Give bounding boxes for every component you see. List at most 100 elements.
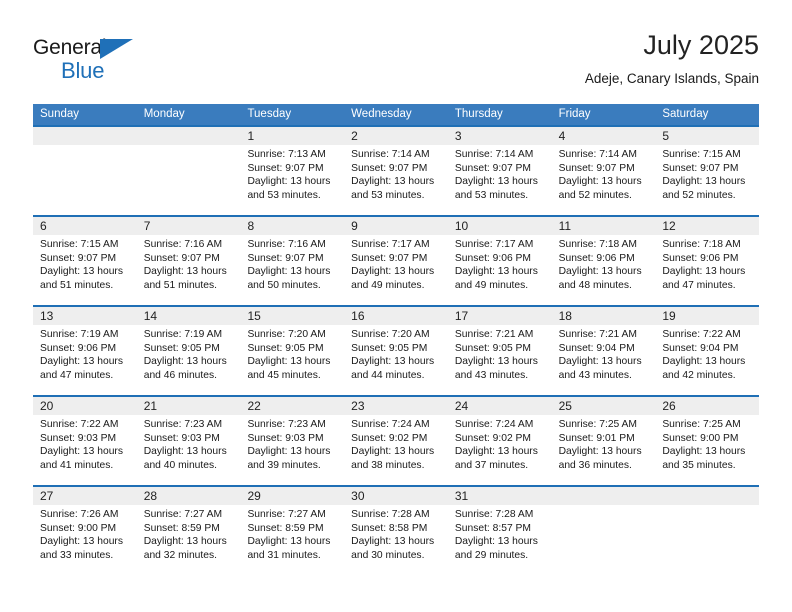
day-cell[interactable]: 3 Sunrise: 7:14 AM Sunset: 9:07 PM Dayli… [447, 127, 552, 215]
daylight-text-line2: and 43 minutes. [454, 369, 529, 381]
daylight-text-line2: and 40 minutes. [143, 459, 217, 471]
day-cell[interactable]: 15 Sunrise: 7:20 AM Sunset: 9:05 PM Dayl… [240, 307, 345, 395]
day-cell[interactable]: 9 Sunrise: 7:17 AM Sunset: 9:07 PM Dayli… [344, 217, 448, 305]
daylight-text-line2: and 39 minutes. [247, 459, 321, 471]
day-cell[interactable]: 21 Sunrise: 7:23 AM Sunset: 9:03 PM Dayl… [136, 397, 241, 485]
sunset-text: Sunset: 9:07 PM [143, 252, 220, 264]
day-details [33, 145, 137, 148]
day-cell[interactable]: 4 Sunrise: 7:14 AM Sunset: 9:07 PM Dayli… [551, 127, 656, 215]
day-cell[interactable]: 29 Sunrise: 7:27 AM Sunset: 8:59 PM Dayl… [240, 487, 345, 575]
day-details: Sunrise: 7:25 AM Sunset: 9:00 PM Dayligh… [655, 415, 759, 472]
day-cell[interactable]: 11 Sunrise: 7:18 AM Sunset: 9:06 PM Dayl… [551, 217, 656, 305]
daylight-text-line2: and 51 minutes. [40, 279, 114, 291]
day-cell[interactable]: 10 Sunrise: 7:17 AM Sunset: 9:06 PM Dayl… [447, 217, 552, 305]
daylight-text-line2: and 37 minutes. [454, 459, 529, 471]
sunrise-text: Sunrise: 7:17 AM [351, 239, 430, 250]
day-details: Sunrise: 7:14 AM Sunset: 9:07 PM Dayligh… [552, 145, 656, 202]
sunrise-text: Sunrise: 7:25 AM [558, 419, 638, 430]
sunset-text: Sunset: 9:07 PM [351, 162, 428, 174]
daylight-text-line2: and 45 minutes. [247, 369, 321, 381]
daylight-text-line1: Daylight: 13 hours [40, 266, 123, 278]
day-number: 1 [240, 127, 345, 145]
sunrise-text: Sunrise: 7:20 AM [247, 329, 326, 340]
week-row: 13 Sunrise: 7:19 AM Sunset: 9:06 PM Dayl… [33, 305, 760, 395]
sunset-text: Sunset: 9:07 PM [351, 252, 428, 264]
daylight-text-line2: and 43 minutes. [558, 369, 632, 381]
daylight-text-line2: and 31 minutes. [247, 549, 321, 561]
sunrise-text: Sunrise: 7:14 AM [351, 149, 430, 160]
week-row: 6 Sunrise: 7:15 AM Sunset: 9:07 PM Dayli… [33, 215, 760, 305]
weekday-header-row: Sunday Monday Tuesday Wednesday Thursday… [33, 104, 759, 125]
daylight-text-line1: Daylight: 13 hours [247, 356, 331, 368]
day-cell[interactable]: 13 Sunrise: 7:19 AM Sunset: 9:06 PM Dayl… [33, 307, 137, 395]
day-cell[interactable]: 2 Sunrise: 7:14 AM Sunset: 9:07 PM Dayli… [344, 127, 448, 215]
day-cell[interactable]: 16 Sunrise: 7:20 AM Sunset: 9:05 PM Dayl… [344, 307, 448, 395]
sunrise-text: Sunrise: 7:24 AM [351, 419, 430, 430]
day-details: Sunrise: 7:17 AM Sunset: 9:07 PM Dayligh… [344, 235, 448, 292]
day-cell[interactable] [551, 487, 656, 575]
day-cell[interactable]: 28 Sunrise: 7:27 AM Sunset: 8:59 PM Dayl… [136, 487, 241, 575]
day-details: Sunrise: 7:23 AM Sunset: 9:03 PM Dayligh… [240, 415, 344, 472]
day-details: Sunrise: 7:28 AM Sunset: 8:57 PM Dayligh… [448, 505, 552, 562]
sunrise-text: Sunrise: 7:18 AM [662, 239, 741, 250]
sunset-text: Sunset: 9:04 PM [558, 342, 635, 354]
daylight-text-line1: Daylight: 13 hours [143, 536, 227, 548]
daylight-text-line1: Daylight: 13 hours [40, 356, 123, 368]
day-number: 10 [447, 217, 552, 235]
day-number [33, 127, 137, 145]
day-number: 2 [344, 127, 448, 145]
sunset-text: Sunset: 9:07 PM [558, 162, 635, 174]
day-cell[interactable] [136, 127, 241, 215]
day-number [551, 487, 656, 505]
sunrise-text: Sunrise: 7:16 AM [143, 239, 223, 250]
day-cell[interactable]: 30 Sunrise: 7:28 AM Sunset: 8:58 PM Dayl… [344, 487, 448, 575]
daylight-text-line1: Daylight: 13 hours [662, 176, 746, 188]
day-details [137, 145, 241, 148]
day-cell[interactable]: 7 Sunrise: 7:16 AM Sunset: 9:07 PM Dayli… [136, 217, 241, 305]
week-row: 20 Sunrise: 7:22 AM Sunset: 9:03 PM Dayl… [33, 395, 760, 485]
sunrise-text: Sunrise: 7:28 AM [351, 509, 430, 520]
sunrise-text: Sunrise: 7:27 AM [247, 509, 326, 520]
day-cell[interactable]: 22 Sunrise: 7:23 AM Sunset: 9:03 PM Dayl… [240, 397, 345, 485]
sunrise-text: Sunrise: 7:22 AM [662, 329, 741, 340]
sunset-text: Sunset: 9:03 PM [247, 432, 324, 444]
day-cell[interactable] [33, 127, 137, 215]
day-details: Sunrise: 7:20 AM Sunset: 9:05 PM Dayligh… [240, 325, 344, 382]
daylight-text-line2: and 30 minutes. [351, 549, 425, 561]
day-number: 9 [344, 217, 448, 235]
day-number: 4 [551, 127, 656, 145]
daylight-text-line1: Daylight: 13 hours [247, 536, 331, 548]
day-cell[interactable]: 14 Sunrise: 7:19 AM Sunset: 9:05 PM Dayl… [136, 307, 241, 395]
day-details: Sunrise: 7:25 AM Sunset: 9:01 PM Dayligh… [552, 415, 656, 472]
day-cell[interactable]: 12 Sunrise: 7:18 AM Sunset: 9:06 PM Dayl… [655, 217, 760, 305]
daylight-text-line1: Daylight: 13 hours [247, 176, 331, 188]
daylight-text-line2: and 50 minutes. [247, 279, 321, 291]
daylight-text-line1: Daylight: 13 hours [662, 356, 746, 368]
daylight-text-line2: and 47 minutes. [662, 279, 736, 291]
day-cell[interactable]: 17 Sunrise: 7:21 AM Sunset: 9:05 PM Dayl… [447, 307, 552, 395]
day-details: Sunrise: 7:15 AM Sunset: 9:07 PM Dayligh… [655, 145, 759, 202]
day-cell[interactable]: 26 Sunrise: 7:25 AM Sunset: 9:00 PM Dayl… [655, 397, 760, 485]
day-cell[interactable]: 31 Sunrise: 7:28 AM Sunset: 8:57 PM Dayl… [447, 487, 552, 575]
day-cell[interactable]: 18 Sunrise: 7:21 AM Sunset: 9:04 PM Dayl… [551, 307, 656, 395]
calendar-grid: Sunday Monday Tuesday Wednesday Thursday… [33, 104, 760, 575]
sunrise-text: Sunrise: 7:19 AM [143, 329, 223, 340]
sunrise-text: Sunrise: 7:27 AM [143, 509, 223, 520]
sunrise-text: Sunrise: 7:20 AM [351, 329, 430, 340]
day-details: Sunrise: 7:26 AM Sunset: 9:00 PM Dayligh… [33, 505, 137, 562]
day-cell[interactable]: 23 Sunrise: 7:24 AM Sunset: 9:02 PM Dayl… [344, 397, 448, 485]
day-cell[interactable]: 25 Sunrise: 7:25 AM Sunset: 9:01 PM Dayl… [551, 397, 656, 485]
day-cell[interactable]: 27 Sunrise: 7:26 AM Sunset: 9:00 PM Dayl… [33, 487, 137, 575]
day-cell[interactable]: 20 Sunrise: 7:22 AM Sunset: 9:03 PM Dayl… [33, 397, 137, 485]
day-cell[interactable]: 24 Sunrise: 7:24 AM Sunset: 9:02 PM Dayl… [447, 397, 552, 485]
day-cell[interactable]: 1 Sunrise: 7:13 AM Sunset: 9:07 PM Dayli… [240, 127, 345, 215]
day-cell[interactable]: 5 Sunrise: 7:15 AM Sunset: 9:07 PM Dayli… [655, 127, 760, 215]
day-cell[interactable]: 8 Sunrise: 7:16 AM Sunset: 9:07 PM Dayli… [240, 217, 345, 305]
day-cell[interactable]: 6 Sunrise: 7:15 AM Sunset: 9:07 PM Dayli… [33, 217, 137, 305]
day-cell[interactable] [655, 487, 760, 575]
sunset-text: Sunset: 8:58 PM [351, 522, 428, 534]
weekday-header-tuesday: Tuesday [247, 108, 292, 120]
general-blue-logo: General Blue [33, 36, 163, 90]
day-number: 8 [240, 217, 345, 235]
day-cell[interactable]: 19 Sunrise: 7:22 AM Sunset: 9:04 PM Dayl… [655, 307, 760, 395]
